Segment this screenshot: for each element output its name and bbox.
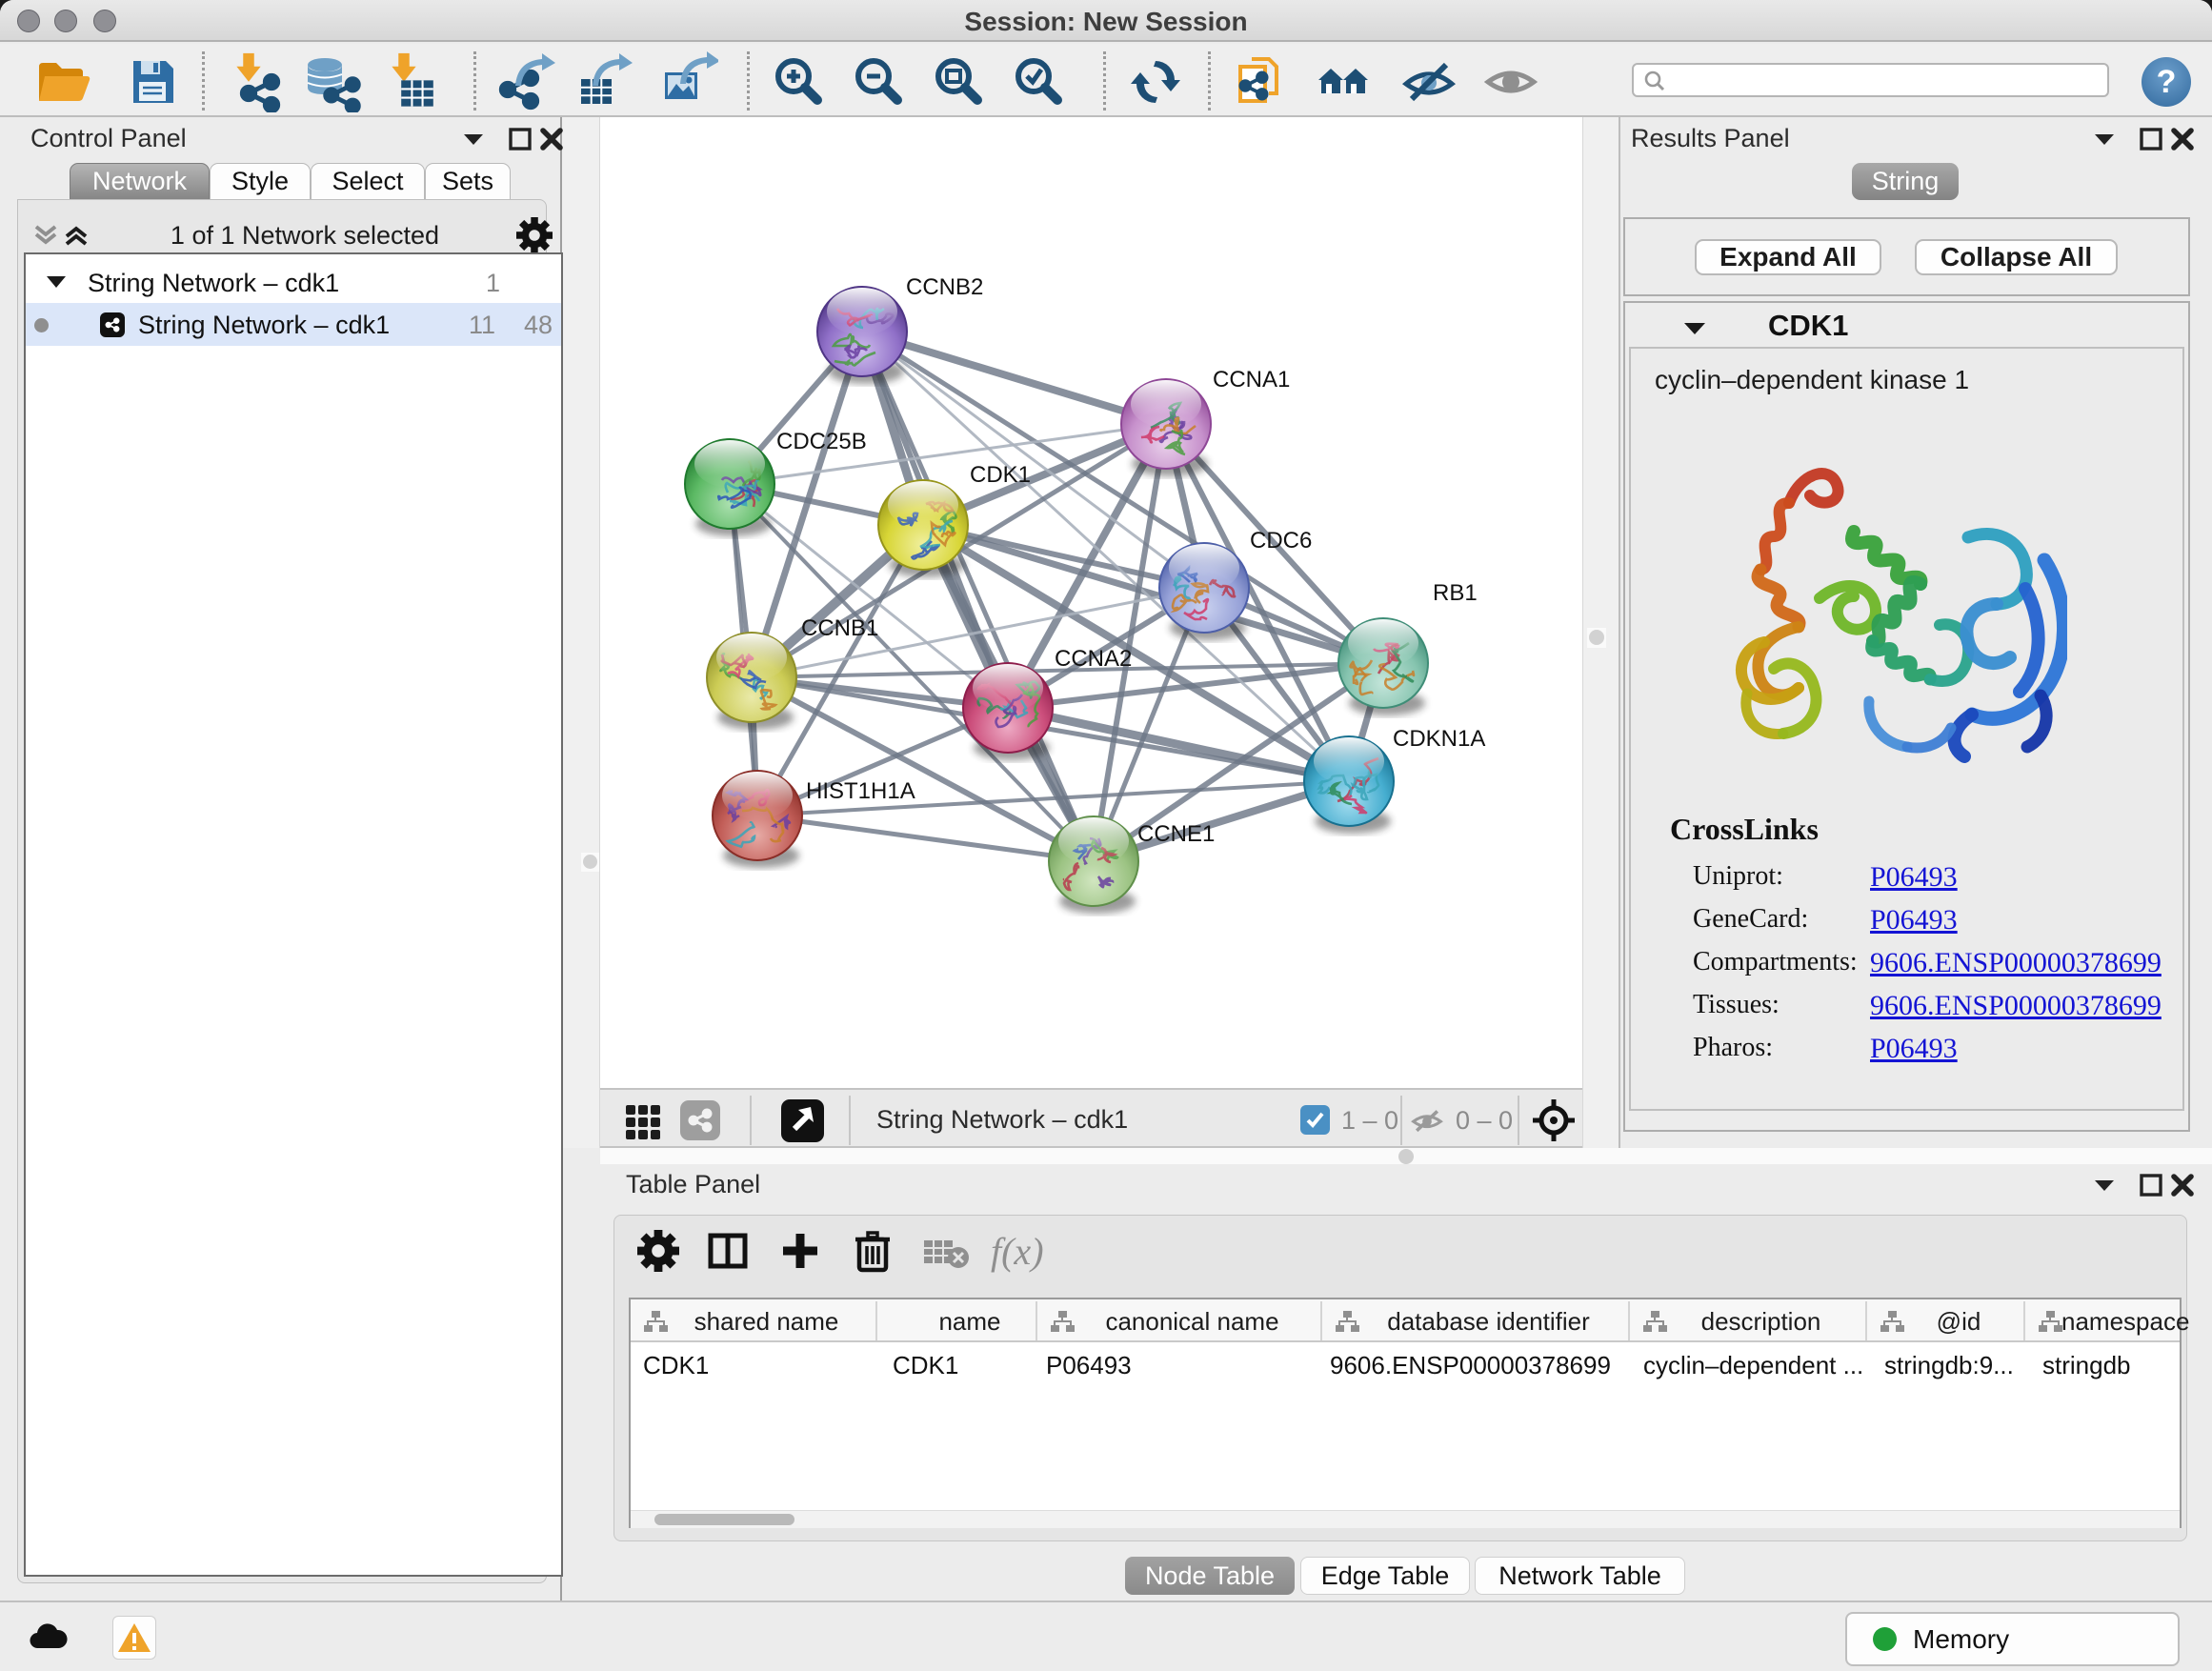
svg-text:CCNE1: CCNE1 xyxy=(1137,821,1215,847)
svg-text:CCNA1: CCNA1 xyxy=(1213,367,1290,393)
svg-text:CDK1: CDK1 xyxy=(970,462,1031,488)
svg-text:CDKN1A: CDKN1A xyxy=(1393,726,1485,752)
svg-text:CDC6: CDC6 xyxy=(1250,528,1312,554)
svg-text:CCNB2: CCNB2 xyxy=(906,274,983,300)
svg-text:CCNB1: CCNB1 xyxy=(801,615,878,641)
svg-text:RB1: RB1 xyxy=(1433,580,1478,606)
svg-text:CDC25B: CDC25B xyxy=(776,429,867,454)
svg-text:CCNA2: CCNA2 xyxy=(1055,646,1132,672)
svg-text:HIST1H1A: HIST1H1A xyxy=(806,778,915,804)
